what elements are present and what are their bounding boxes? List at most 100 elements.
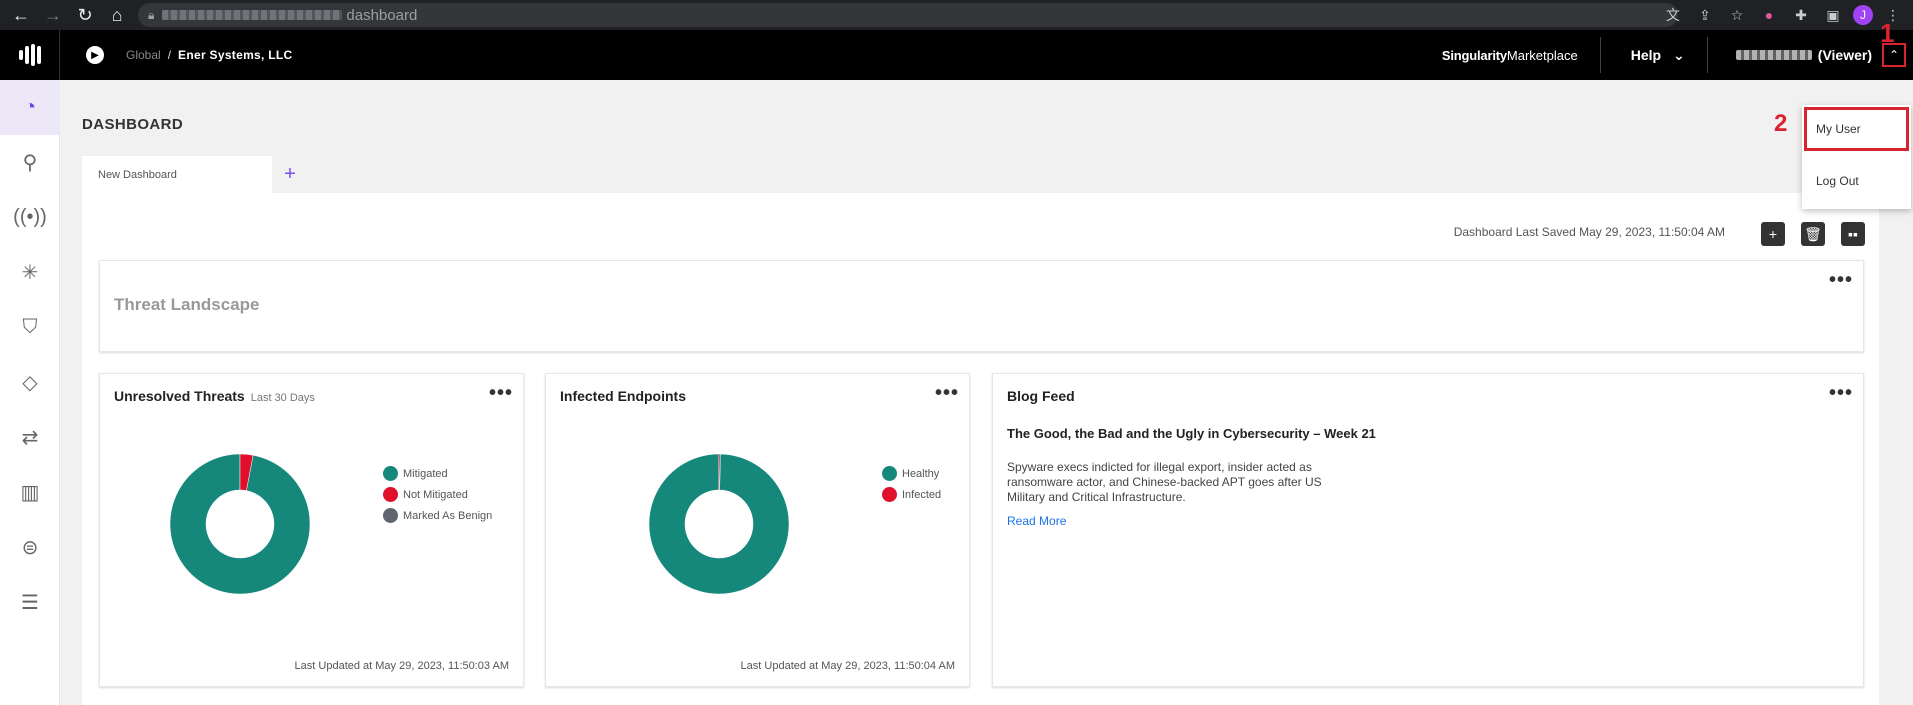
legend-swatch [383,508,398,523]
menu-item-log-out[interactable]: Log Out [1802,157,1911,205]
reload-icon[interactable]: ↻ [74,4,96,26]
trash-icon: 🗑︎ [1804,225,1822,242]
legend-item[interactable]: Mitigated [383,466,492,481]
lock-icon: 🔒︎ [148,7,155,22]
legend-label: Not Mitigated [403,488,468,501]
layout-icon: ▪▪ [1848,226,1858,242]
app-header: ▶ Global / Ener Systems, LLC Singularity… [0,30,1913,80]
tab-new-dashboard[interactable]: New Dashboard [82,155,272,193]
browser-toolbar: ← → ↻ ⌂ 🔒︎ dashboard 文 ⇪ ☆ ● ✚ ▣ J ⋮ [0,0,1913,30]
blog-headline[interactable]: The Good, the Bad and the Ugly in Cybers… [1007,426,1376,441]
dashboard-tabs: New Dashboard + [82,155,308,193]
unresolved-threats-range: Last 30 Days [250,392,315,404]
legend-item[interactable]: Infected [882,487,941,502]
layout-button[interactable]: ▪▪ [1841,222,1865,246]
infected-endpoints-menu[interactable]: ••• [935,382,959,405]
sidebar-item-activity[interactable]: ✳ [0,245,60,300]
infected-endpoints-updated: Last Updated at May 29, 2023, 11:50:04 A… [740,660,955,672]
sidebar: ◔ ⚲ ((•)) ✳ ⛉ ◇ ⇄ ▥ ⊜ ☰ [0,80,60,705]
shield-off-icon: ⛉ [22,316,38,338]
marketplace-link[interactable]: Singularity Marketplace [1442,37,1601,73]
plus-icon: + [1768,226,1778,242]
user-dropdown: My User Log Out [1802,105,1911,209]
legend-label: Mitigated [403,467,448,480]
unresolved-threats-menu[interactable]: ••• [489,382,513,405]
app-logo[interactable] [0,30,60,80]
legend-label: Infected [902,488,942,501]
sidebar-item-ranger[interactable]: ◇ [0,355,60,410]
broadcast-icon: ((•)) [13,206,47,228]
unresolved-threats-legend: Mitigated Not Mitigated Marked As Benign [383,466,492,529]
diamond-icon: ◇ [22,372,38,394]
help-label: Help [1630,47,1662,63]
url-path: dashboard [346,6,418,24]
home-icon[interactable]: ⌂ [106,4,128,26]
blog-summary: Spyware execs indicted for illegal expor… [1007,460,1322,504]
unresolved-threats-panel: Unresolved Threats Last 30 Days ••• Mitig… [99,373,524,687]
sliders-icon: ☰ [21,592,39,614]
translate-icon[interactable]: 文 [1661,3,1685,27]
address-bar[interactable]: 🔒︎ dashboard [138,3,1678,27]
sidebar-item-automation[interactable]: ⇄ [0,410,60,465]
blog-feed-menu[interactable]: ••• [1829,382,1853,405]
blog-feed-title: Blog Feed [1007,388,1075,404]
breadcrumb-separator: / [167,48,172,62]
legend-item[interactable]: Healthy [882,466,941,481]
annotation-step-1: 1 [1880,18,1895,48]
legend-item[interactable]: Not Mitigated [383,487,492,502]
legend-label: Healthy [902,467,940,480]
legend-swatch [383,487,398,502]
bookmark-star-icon[interactable]: ☆ [1725,3,1749,27]
scope-selector-icon[interactable]: ▶ [86,46,104,64]
page-title: DASHBOARD [82,116,184,133]
chevron-down-icon: ⌄ [1673,46,1685,63]
unresolved-threats-title-text: Unresolved Threats [114,388,245,404]
breadcrumb-global[interactable]: Global [126,48,161,62]
add-widget-button[interactable]: + [1761,222,1785,246]
add-tab-button[interactable]: + [272,155,308,193]
logo-icon [18,44,41,66]
menu-item-my-user[interactable]: My User [1804,107,1909,151]
threat-landscape-panel: Threat Landscape ••• [99,260,1864,352]
bar-chart-icon: ▥ [20,482,40,504]
user-menu[interactable]: (Viewer) [1708,47,1882,63]
infected-endpoints-donut[interactable] [649,454,789,594]
extension-icon[interactable]: ● [1757,3,1781,27]
sidebar-item-dashboard[interactable]: ◔ [0,80,60,135]
donut-slices [170,454,310,594]
url-redacted [162,10,343,20]
infected-endpoints-title: Infected Endpoints [560,388,686,404]
asterisk-icon: ✳ [21,262,39,284]
legend-swatch [882,487,897,502]
breadcrumb-company[interactable]: Ener Systems, LLC [178,48,292,62]
unresolved-threats-updated: Last Updated at May 29, 2023, 11:50:03 A… [294,660,509,672]
read-more-link[interactable]: Read More [1007,514,1066,528]
unresolved-threats-donut[interactable] [170,454,310,594]
profile-avatar[interactable]: J [1853,5,1873,25]
delete-dashboard-button[interactable]: 🗑︎ [1801,222,1825,246]
last-saved: Dashboard Last Saved May 29, 2023, 11:50… [1453,225,1725,239]
back-icon[interactable]: ← [10,4,32,26]
threat-landscape-menu[interactable]: ••• [1829,269,1853,292]
gauge-icon: ◔ [23,96,37,118]
username-redacted [1735,50,1812,60]
chevron-up-icon: ⌃ [1888,48,1900,62]
help-menu[interactable]: Help ⌄ [1601,37,1708,73]
legend-item[interactable]: Marked As Benign [383,508,492,523]
badge-icon: ⊜ [21,537,39,559]
puzzle-icon[interactable]: ✚ [1789,3,1813,27]
user-role: (Viewer) [1817,47,1872,63]
share-icon[interactable]: ⇪ [1693,3,1717,27]
sync-icon: ⇄ [21,427,39,449]
sidebar-item-threats[interactable]: ⛉ [0,300,60,355]
threat-landscape-title: Threat Landscape [114,295,260,314]
sidebar-item-reports[interactable]: ▥ [0,465,60,520]
infected-endpoints-legend: Healthy Infected [882,466,941,508]
sidebar-item-sentinels[interactable]: ((•)) [0,190,60,245]
forward-icon[interactable]: → [42,4,64,26]
sidepanel-icon[interactable]: ▣ [1821,3,1845,27]
legend-label: Marked As Benign [403,509,493,522]
sidebar-item-activity-log[interactable]: ⊜ [0,520,60,575]
sidebar-item-search[interactable]: ⚲ [0,135,60,190]
sidebar-item-settings[interactable]: ☰ [0,575,60,630]
